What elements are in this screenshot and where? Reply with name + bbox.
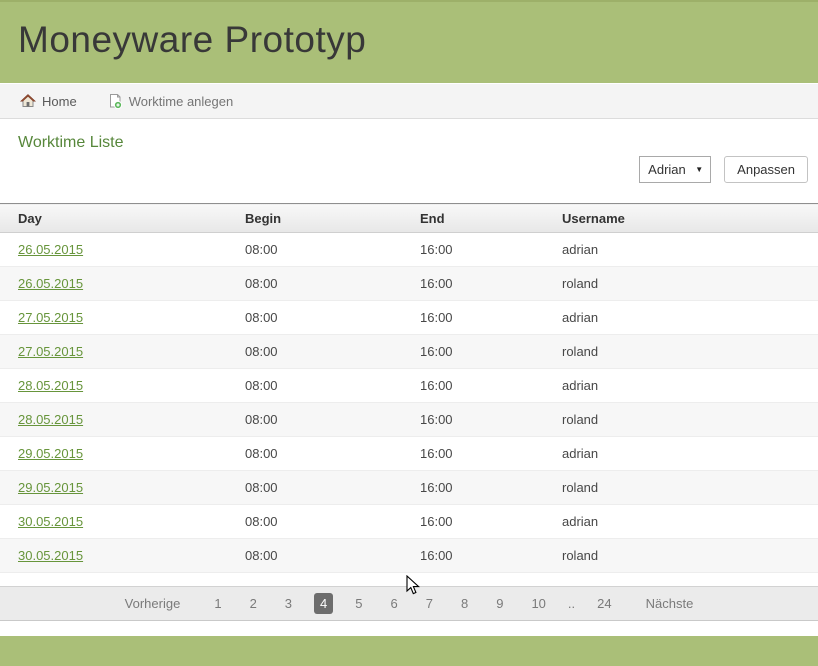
day-cell: 27.05.2015 (0, 301, 245, 335)
pagination-page-2[interactable]: 2 (244, 593, 263, 614)
day-cell: 28.05.2015 (0, 403, 245, 437)
begin-cell: 08:00 (245, 539, 420, 573)
end-cell: 16:00 (420, 369, 562, 403)
begin-cell: 08:00 (245, 437, 420, 471)
column-header-username[interactable]: Username (562, 204, 818, 233)
table-row: 26.05.2015 08:0016:00adrian (0, 233, 818, 267)
begin-cell: 08:00 (245, 471, 420, 505)
username-cell: adrian (562, 369, 818, 403)
day-cell: 29.05.2015 (0, 437, 245, 471)
page-title: Moneyware Prototyp (0, 2, 818, 62)
header-banner: Moneyware Prototyp (0, 0, 818, 83)
begin-cell: 08:00 (245, 403, 420, 437)
filter-controls: Adrian ▼ Anpassen (0, 156, 818, 183)
day-cell: 29.05.2015 (0, 471, 245, 505)
username-cell: roland (562, 335, 818, 369)
username-cell: adrian (562, 301, 818, 335)
column-header-day[interactable]: Day (0, 204, 245, 233)
end-cell: 16:00 (420, 471, 562, 505)
begin-cell: 08:00 (245, 233, 420, 267)
end-cell: 16:00 (420, 335, 562, 369)
nav-item-worktime-anlegen[interactable]: Worktime anlegen (107, 93, 234, 109)
day-link[interactable]: 29.05.2015 (18, 446, 83, 461)
pagination-next[interactable]: Nächste (640, 593, 700, 614)
pagination-page-5[interactable]: 5 (349, 593, 368, 614)
pagination-page-7[interactable]: 7 (420, 593, 439, 614)
day-link[interactable]: 30.05.2015 (18, 514, 83, 529)
username-cell: adrian (562, 437, 818, 471)
nav-item-worktime-anlegen-label: Worktime anlegen (129, 94, 234, 109)
chevron-down-icon: ▼ (695, 165, 703, 174)
begin-cell: 08:00 (245, 505, 420, 539)
end-cell: 16:00 (420, 301, 562, 335)
table-row: 29.05.2015 08:0016:00adrian (0, 437, 818, 471)
day-cell: 30.05.2015 (0, 505, 245, 539)
username-cell: roland (562, 267, 818, 301)
user-select[interactable]: Adrian ▼ (639, 156, 711, 183)
begin-cell: 08:00 (245, 335, 420, 369)
nav-item-home-label: Home (42, 94, 77, 109)
table-row: 28.05.2015 08:0016:00roland (0, 403, 818, 437)
page-heading: Worktime Liste (18, 134, 818, 152)
column-header-begin[interactable]: Begin (245, 204, 420, 233)
day-cell: 26.05.2015 (0, 267, 245, 301)
pagination-page-10[interactable]: 10 (525, 593, 551, 614)
day-link[interactable]: 27.05.2015 (18, 344, 83, 359)
username-cell: roland (562, 471, 818, 505)
end-cell: 16:00 (420, 539, 562, 573)
user-select-value: Adrian (648, 162, 686, 177)
anpassen-button[interactable]: Anpassen (724, 156, 808, 183)
table-row: 27.05.2015 08:0016:00roland (0, 335, 818, 369)
day-cell: 26.05.2015 (0, 233, 245, 267)
pagination-page-3[interactable]: 3 (279, 593, 298, 614)
day-cell: 30.05.2015 (0, 539, 245, 573)
day-link[interactable]: 30.05.2015 (18, 548, 83, 563)
end-cell: 16:00 (420, 403, 562, 437)
username-cell: adrian (562, 505, 818, 539)
page-add-icon (107, 93, 123, 109)
end-cell: 16:00 (420, 437, 562, 471)
day-cell: 27.05.2015 (0, 335, 245, 369)
begin-cell: 08:00 (245, 369, 420, 403)
username-cell: roland (562, 403, 818, 437)
end-cell: 16:00 (420, 505, 562, 539)
column-header-end[interactable]: End (420, 204, 562, 233)
day-link[interactable]: 29.05.2015 (18, 480, 83, 495)
worktime-table-body: 26.05.201508:0016:00adrian26.05.201508:0… (0, 233, 818, 573)
begin-cell: 08:00 (245, 267, 420, 301)
day-link[interactable]: 28.05.2015 (18, 378, 83, 393)
day-link[interactable]: 28.05.2015 (18, 412, 83, 427)
table-header-row: Day Begin End Username (0, 204, 818, 233)
navbar: Home Worktime anlegen (0, 83, 818, 119)
worktime-table: Day Begin End Username 26.05.201508:0016… (0, 203, 818, 573)
pagination-page-4[interactable]: 4 (314, 593, 333, 614)
day-link[interactable]: 27.05.2015 (18, 310, 83, 325)
footer-bar (0, 636, 818, 666)
begin-cell: 08:00 (245, 301, 420, 335)
table-row: 27.05.2015 08:0016:00adrian (0, 301, 818, 335)
table-row: 30.05.2015 08:0016:00roland (0, 539, 818, 573)
pagination-page-1[interactable]: 1 (208, 593, 227, 614)
nav-item-home[interactable]: Home (20, 93, 77, 109)
pagination-ellipsis: .. (562, 593, 581, 614)
end-cell: 16:00 (420, 233, 562, 267)
day-link[interactable]: 26.05.2015 (18, 276, 83, 291)
page: Moneyware Prototyp Home (0, 0, 818, 666)
day-cell: 28.05.2015 (0, 369, 245, 403)
day-link[interactable]: 26.05.2015 (18, 242, 83, 257)
pagination-prev[interactable]: Vorherige (119, 593, 187, 614)
home-icon (20, 93, 36, 109)
end-cell: 16:00 (420, 267, 562, 301)
pagination-page-9[interactable]: 9 (490, 593, 509, 614)
table-row: 26.05.2015 08:0016:00roland (0, 267, 818, 301)
username-cell: adrian (562, 233, 818, 267)
pagination: Vorherige 123456789 10.. 24 Nächste (0, 586, 818, 621)
pagination-page-8[interactable]: 8 (455, 593, 474, 614)
table-row: 28.05.2015 08:0016:00adrian (0, 369, 818, 403)
table-row: 29.05.2015 08:0016:00roland (0, 471, 818, 505)
pagination-page-6[interactable]: 6 (385, 593, 404, 614)
pagination-page-24[interactable]: 24 (591, 593, 617, 614)
table-row: 30.05.2015 08:0016:00adrian (0, 505, 818, 539)
username-cell: roland (562, 539, 818, 573)
